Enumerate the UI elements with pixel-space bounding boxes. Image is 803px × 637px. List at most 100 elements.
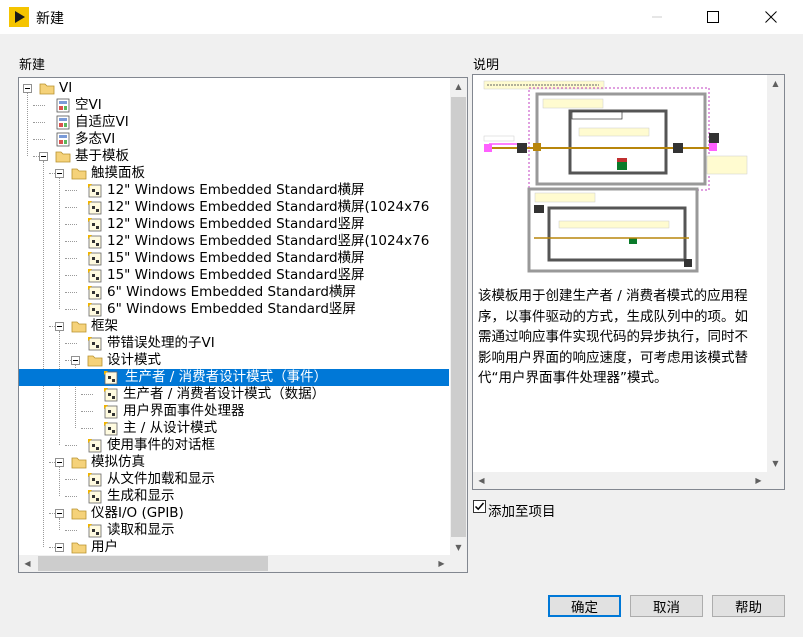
vertical-scroll-thumb[interactable] — [451, 97, 466, 537]
template-icon — [103, 421, 119, 436]
template-icon — [103, 404, 119, 419]
tree-item-label: 6" Windows Embedded Standard竖屏 — [107, 301, 356, 317]
tree-item-label: 读取和显示 — [107, 522, 175, 538]
tree-connector — [65, 241, 77, 242]
folder-icon — [39, 81, 55, 96]
template-icon — [103, 370, 119, 385]
tree-item-label: 主 / 从设计模式 — [123, 420, 218, 436]
collapse-toggle-icon[interactable] — [71, 356, 80, 365]
scroll-left-arrow-icon[interactable]: ◀ — [473, 472, 490, 489]
tree-connector — [65, 445, 77, 446]
template-icon — [87, 336, 103, 351]
folder-icon — [71, 166, 87, 181]
tree-item-label: 从文件加载和显示 — [107, 471, 215, 487]
collapse-toggle-icon[interactable] — [55, 322, 64, 331]
tree-item-label: VI — [59, 80, 73, 96]
collapse-toggle-icon[interactable] — [55, 458, 64, 467]
tree-viewport: VI 空VI 自适应VI 多态VI 基于模板 触摸面板 12" Windows Embedd… — [19, 78, 449, 556]
maximize-icon — [707, 11, 719, 23]
tree-connector — [65, 207, 77, 208]
tree-item-label: 生产者 / 消费者设计模式（事件） — [123, 369, 330, 386]
add-to-project-label[interactable]: 添加至项目 — [488, 500, 556, 520]
close-icon — [765, 11, 777, 23]
tree-vertical-scrollbar[interactable]: ▲ ▼ — [450, 78, 467, 556]
collapse-toggle-icon[interactable] — [39, 152, 48, 161]
close-button[interactable] — [748, 0, 794, 34]
vi-icon — [55, 115, 71, 130]
tree-item-label: 生产者 / 消费者设计模式（数据） — [123, 386, 326, 402]
horizontal-scroll-thumb[interactable] — [38, 556, 268, 571]
collapse-toggle-icon[interactable] — [23, 84, 32, 93]
tree-section-label: 新建 — [19, 58, 46, 73]
tree-item-label: 12" Windows Embedded Standard横屏 — [107, 182, 365, 198]
description-panel: 该模板用于创建生产者 / 消费者模式的应用程序，以事件驱动的方式，生成队列中的项… — [472, 74, 785, 490]
description-vertical-scrollbar[interactable]: ▲ ▼ — [767, 75, 784, 489]
scroll-up-arrow-icon[interactable]: ▲ — [450, 78, 467, 95]
minimize-button[interactable] — [634, 0, 680, 34]
template-icon — [87, 302, 103, 317]
collapse-toggle-icon[interactable] — [55, 543, 64, 552]
tree-connector — [65, 496, 77, 497]
template-preview-diagram — [479, 78, 761, 274]
folder-icon — [71, 540, 87, 555]
template-icon — [87, 285, 103, 300]
template-icon — [87, 200, 103, 215]
minimize-icon — [652, 16, 662, 18]
tree-item-label: 自适应VI — [75, 114, 129, 130]
tree-item-label: 基于模板 — [75, 148, 129, 164]
cancel-button[interactable]: 取消 — [630, 595, 703, 617]
scroll-down-arrow-icon[interactable]: ▼ — [450, 539, 467, 556]
tree-item-label: 用户 — [91, 539, 118, 555]
tree-connector — [81, 411, 93, 412]
template-icon — [87, 268, 103, 283]
collapse-toggle-icon[interactable] — [55, 509, 64, 518]
tree-horizontal-scrollbar[interactable]: ◀ ▶ — [19, 555, 467, 572]
tree-item-label: 空VI — [75, 97, 102, 113]
folder-icon — [71, 506, 87, 521]
vi-icon — [55, 132, 71, 147]
tree-item[interactable]: 生产者 / 消费者设计模式（事件） — [19, 369, 449, 386]
tree-item-label: 框架 — [91, 318, 118, 334]
tree-item-label: 6" Windows Embedded Standard横屏 — [107, 284, 356, 300]
template-icon — [103, 387, 119, 402]
tree-guide-line — [59, 331, 60, 445]
tree-item-label: 用户界面事件处理器 — [123, 403, 245, 419]
tree-guide-line — [43, 161, 44, 547]
maximize-button[interactable] — [690, 0, 736, 34]
scroll-down-arrow-icon[interactable]: ▼ — [767, 455, 784, 472]
tree-connector — [65, 258, 77, 259]
checkmark-icon — [474, 502, 485, 511]
description-text: 该模板用于创建生产者 / 消费者模式的应用程序，以事件驱动的方式，生成队列中的项… — [478, 288, 748, 386]
tree-item-label: 15" Windows Embedded Standard竖屏 — [107, 267, 365, 283]
tree-item-label: 12" Windows Embedded Standard竖屏 — [107, 216, 365, 232]
template-icon — [87, 183, 103, 198]
add-to-project-checkbox[interactable] — [473, 500, 486, 513]
scroll-left-arrow-icon[interactable]: ◀ — [19, 555, 36, 572]
tree-connector — [65, 275, 77, 276]
labview-app-icon — [9, 7, 29, 27]
tree-connector — [65, 224, 77, 225]
collapse-toggle-icon[interactable] — [55, 169, 64, 178]
scroll-right-arrow-icon[interactable]: ▶ — [750, 472, 767, 489]
tree-item-label: 带错误处理的子VI — [107, 335, 215, 351]
tree-connector — [65, 292, 77, 293]
tree-item-label: 多态VI — [75, 131, 116, 147]
template-icon — [87, 523, 103, 538]
tree-connector — [65, 530, 77, 531]
help-button[interactable]: 帮助 — [712, 595, 785, 617]
scroll-up-arrow-icon[interactable]: ▲ — [767, 75, 784, 92]
tree-connector — [81, 428, 93, 429]
folder-icon — [87, 353, 103, 368]
template-icon — [87, 217, 103, 232]
description-horizontal-scrollbar[interactable]: ◀ ▶ — [473, 472, 767, 489]
template-icon — [87, 251, 103, 266]
window-title: 新建 — [36, 11, 64, 27]
vi-icon — [55, 98, 71, 113]
tree-connector — [65, 479, 77, 480]
template-tree[interactable]: VI 空VI 自适应VI 多态VI 基于模板 触摸面板 12" Windows Embedd… — [18, 77, 468, 573]
folder-icon — [71, 455, 87, 470]
description-section-label: 说明 — [473, 58, 500, 73]
scroll-right-arrow-icon[interactable]: ▶ — [433, 555, 450, 572]
ok-button[interactable]: 确定 — [548, 595, 621, 617]
folder-icon — [71, 319, 87, 334]
